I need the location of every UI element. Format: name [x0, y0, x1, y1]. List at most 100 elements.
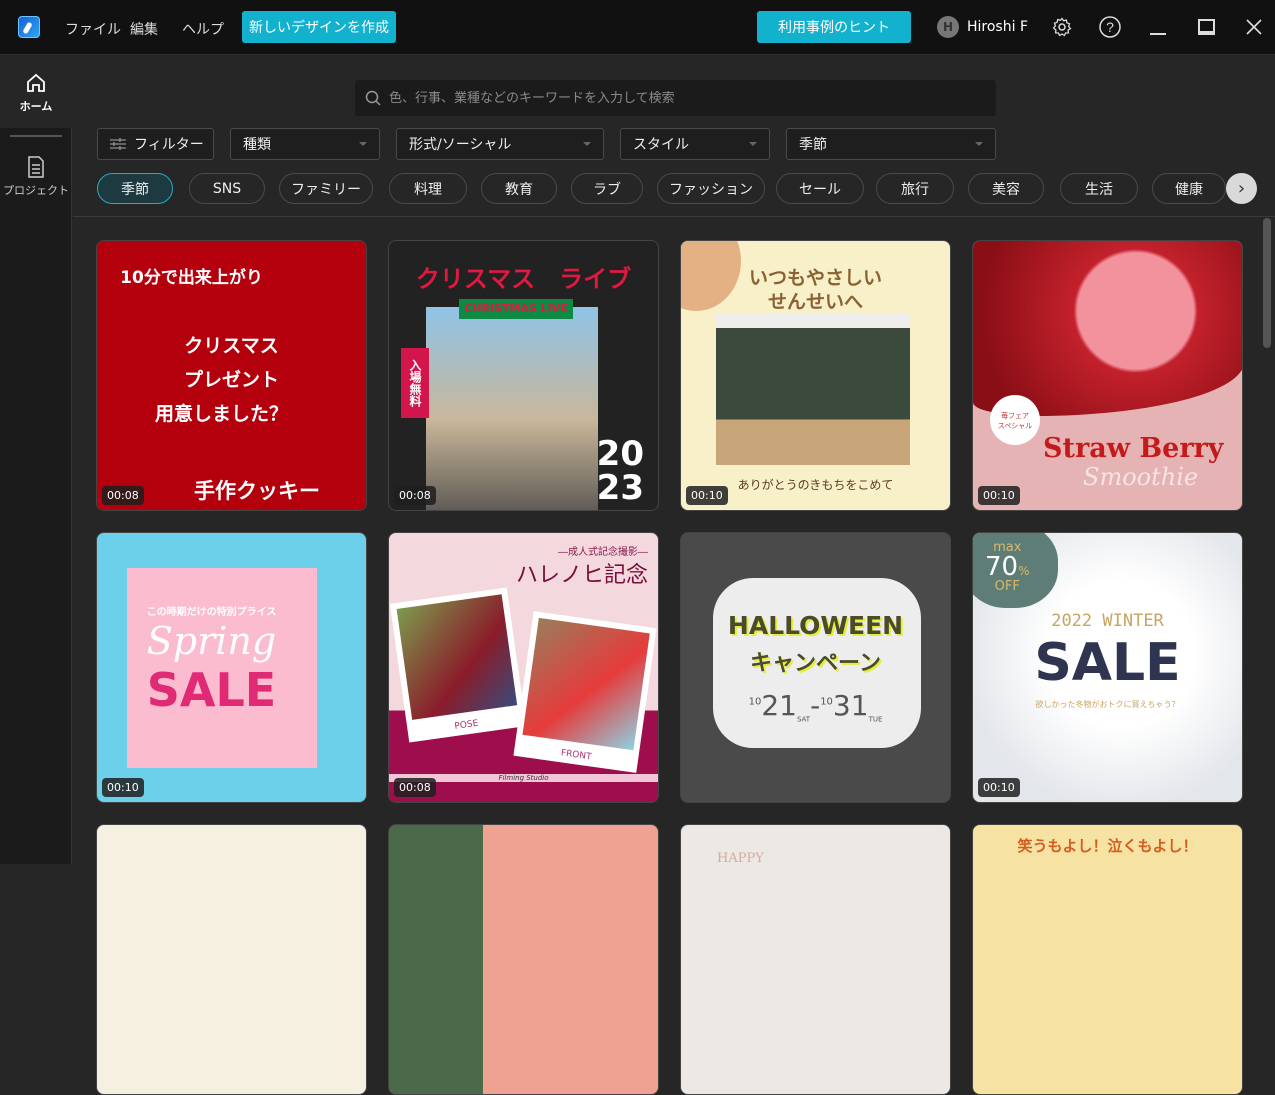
type-dropdown[interactable]: 種類 [230, 128, 380, 160]
discount-badge: max 70% OFF [985, 541, 1030, 593]
category-chip[interactable]: 生活 [1060, 173, 1138, 204]
sidebar-item-project[interactable]: プロジェクト [0, 156, 72, 198]
category-chip[interactable]: 健康 [1152, 173, 1226, 204]
minimize-icon[interactable] [1145, 14, 1171, 40]
sidebar-item-home[interactable]: ホーム [0, 56, 72, 128]
filter-button[interactable]: フィルター [97, 128, 214, 160]
search-input[interactable] [389, 90, 969, 106]
category-chip[interactable]: 美容 [968, 173, 1044, 204]
scrollbar[interactable] [1263, 218, 1271, 348]
duration-badge: 00:08 [394, 486, 436, 505]
category-chip[interactable]: ファミリー [279, 173, 373, 204]
template-text: CHRISTMAS LIVE [459, 299, 573, 319]
divider [73, 216, 1275, 217]
season-dropdown[interactable]: 季節 [786, 128, 996, 160]
document-icon [28, 156, 44, 178]
template-photo [716, 313, 910, 465]
caret-down-icon [359, 142, 367, 146]
category-chip[interactable]: 旅行 [876, 173, 954, 204]
category-chip[interactable]: 教育 [481, 173, 557, 204]
template-photo [396, 594, 518, 720]
title-bar: ファイル 編集 ヘルプ 新しいデザインを作成 利用事例のヒント H Hirosh… [0, 0, 1275, 55]
template-text: 用意しました？ [154, 403, 288, 425]
photo-frame: FRONT [513, 611, 657, 773]
help-icon[interactable]: ? [1097, 14, 1123, 40]
category-chip[interactable]: ファッション [657, 173, 765, 204]
gear-icon[interactable] [1049, 14, 1075, 40]
close-icon[interactable] [1241, 14, 1267, 40]
template-card[interactable]: この時期だけの特別プライス Spring SALE 00:10 [96, 532, 367, 803]
dropdown-label: 形式/ソーシャル [409, 137, 512, 153]
duration-badge: 00:08 [102, 486, 144, 505]
year-top: 20 [596, 434, 644, 474]
template-card[interactable]: クリスマス ライブ CHRISTMAS LIVE 入場無料 20 23 00:08 [388, 240, 659, 511]
menu-help[interactable]: ヘルプ [182, 19, 224, 39]
dropdown-label: スタイル [633, 137, 689, 153]
caret-down-icon [749, 142, 757, 146]
category-chip[interactable]: セール [776, 173, 864, 204]
template-card[interactable]: HAPPY [680, 824, 951, 1095]
template-text: せんせいへ [767, 291, 863, 313]
usage-hints-button[interactable]: 利用事例のヒント [757, 11, 911, 43]
template-text: 10分で出来上がり [120, 268, 263, 288]
template-text: 欲しかった冬物がおトクに買えちゃう？ [1035, 700, 1180, 709]
maximize-icon[interactable] [1193, 14, 1219, 40]
dropdown-label: 季節 [799, 137, 827, 153]
template-text: スペシャル [997, 422, 1033, 430]
style-dropdown[interactable]: スタイル [620, 128, 770, 160]
format-dropdown[interactable]: 形式/ソーシャル [396, 128, 604, 160]
day: 21 [761, 689, 797, 722]
badge-circle: 苺フェア スペシャル [990, 395, 1040, 445]
template-photo [522, 617, 650, 751]
category-chip[interactable]: SNS [189, 173, 265, 204]
avatar[interactable]: H [937, 16, 959, 38]
app-logo [18, 16, 40, 38]
template-card[interactable]: max 70% OFF 2022 WINTER SALE 欲しかった冬物がおトクに買… [972, 532, 1243, 803]
user-name[interactable]: Hiroshi F [967, 19, 1028, 35]
month: 10 [820, 696, 833, 708]
template-card[interactable]: ―成人式記念撮影― ハレノヒ記念 POSE FRONT Filming Stud… [388, 532, 659, 803]
template-text: クリスマス [184, 335, 279, 357]
photo-frame: POSE [389, 587, 527, 743]
template-card[interactable]: 10分で出来上がり クリスマス プレゼント 用意しました？ 手作クッキー 00:… [96, 240, 367, 511]
template-card[interactable]: 笑うもよし！泣くもよし！ [972, 824, 1243, 1095]
create-design-button[interactable]: 新しいデザインを作成 [242, 11, 396, 43]
duration-badge: 00:08 [394, 778, 436, 797]
template-text: ―成人式記念撮影― [558, 547, 648, 558]
template-card[interactable]: HALLOWEEN キャンペーン 1021SAT-1031TUE [680, 532, 951, 803]
template-text: % [1018, 564, 1030, 578]
template-text: 苺フェア [1001, 412, 1029, 420]
category-chip[interactable]: 料理 [389, 173, 467, 204]
template-card[interactable]: いつもやさしい せんせいへ ありがとうのきもちをこめて 00:10 [680, 240, 951, 511]
template-text: SALE [146, 663, 277, 717]
template-text: クリスマス ライブ [415, 265, 632, 293]
template-text: 入場無料 [401, 348, 429, 418]
day: 31 [832, 689, 869, 722]
search-icon [365, 90, 381, 106]
template-text: この時期だけの特別プライス [146, 607, 277, 618]
template-card[interactable] [388, 824, 659, 1095]
category-chip[interactable]: 季節 [97, 173, 173, 204]
template-text: Smoothie [1083, 463, 1199, 491]
template-text: 70 [985, 552, 1019, 582]
template-card[interactable] [96, 824, 367, 1095]
category-chip[interactable]: ラブ [571, 173, 643, 204]
weekday: TUE [868, 715, 883, 724]
menu-edit[interactable]: 編集 [130, 19, 158, 39]
dropdown-label: 種類 [243, 137, 271, 153]
template-text: SALE [1034, 633, 1181, 693]
month: 10 [748, 696, 762, 708]
chevron-right-icon[interactable]: › [1226, 173, 1257, 204]
weekday: SAT [796, 715, 811, 724]
sidebar-item-label: プロジェクト [3, 184, 69, 197]
template-photo [426, 307, 598, 510]
divider [10, 135, 62, 137]
sidebar: ホーム プロジェクト [0, 56, 72, 864]
menu-file[interactable]: ファイル [65, 19, 121, 39]
duration-badge: 00:10 [978, 778, 1020, 797]
sidebar-item-label: ホーム [19, 100, 53, 113]
template-text: 2022 WINTER [1051, 611, 1164, 631]
template-card[interactable]: 苺フェア スペシャル Straw Berry Smoothie 00:10 [972, 240, 1243, 511]
template-text: ハレノヒ記念 [515, 563, 648, 588]
caret-down-icon [975, 142, 983, 146]
